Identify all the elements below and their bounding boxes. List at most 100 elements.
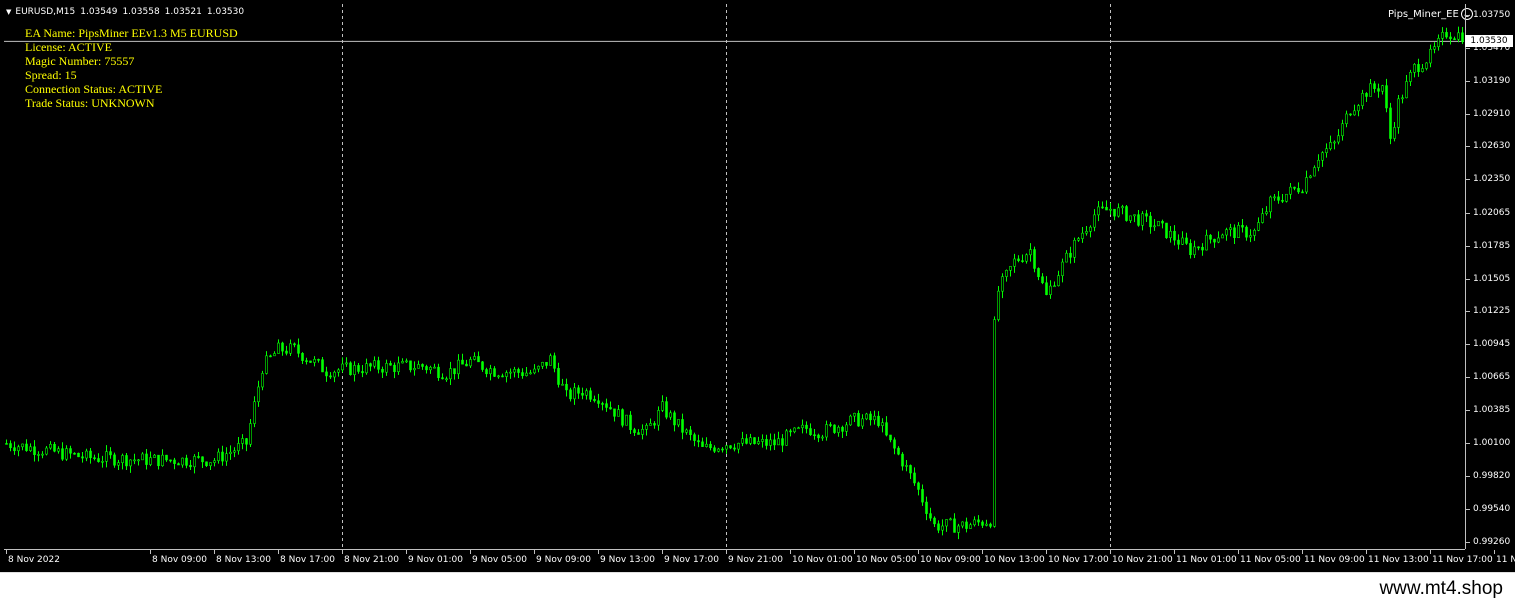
candle-body bbox=[1373, 83, 1376, 89]
candle-body bbox=[421, 364, 424, 367]
candle-body bbox=[209, 462, 212, 467]
candle-body bbox=[769, 439, 772, 446]
price-axis[interactable]: 1.03750 1.03470 1.03190 1.02910 1.02630 1.023… bbox=[1465, 4, 1515, 549]
candle-body bbox=[553, 355, 556, 369]
candle-body bbox=[313, 359, 316, 363]
candle-body bbox=[41, 453, 44, 456]
candle-body bbox=[1341, 123, 1344, 137]
candle-body bbox=[513, 369, 516, 373]
candle-body bbox=[373, 360, 376, 367]
candle-body bbox=[401, 361, 404, 364]
candle-body bbox=[1357, 105, 1360, 112]
time-label: 10 Nov 21:00 bbox=[1112, 555, 1173, 565]
candle-body bbox=[565, 383, 568, 391]
candle-body bbox=[197, 456, 200, 458]
candle-body bbox=[1413, 64, 1416, 73]
time-axis[interactable]: 8 Nov 2022 8 Nov 09:00 8 Nov 13:00 8 Nov 17… bbox=[4, 549, 1515, 573]
candle-body bbox=[729, 445, 732, 449]
chart-window[interactable]: ▼ EURUSD,M15 1.03549 1.03558 1.03521 1.0… bbox=[0, 0, 1515, 572]
candle-body bbox=[1225, 229, 1228, 236]
candle-body bbox=[1457, 32, 1460, 40]
candle-body bbox=[1421, 68, 1424, 72]
candle-body bbox=[1317, 159, 1320, 168]
candle-body bbox=[1441, 32, 1444, 39]
candle-body bbox=[1277, 196, 1280, 201]
candle-body bbox=[437, 366, 440, 378]
candle-body bbox=[697, 440, 700, 443]
time-label: 11 Nov 13:00 bbox=[1368, 555, 1429, 565]
candle-body bbox=[789, 430, 792, 433]
candle-body bbox=[1093, 214, 1096, 228]
candle-body bbox=[377, 360, 380, 370]
candle-body bbox=[1321, 152, 1324, 161]
candle-body bbox=[1177, 239, 1180, 245]
candle-body bbox=[269, 355, 272, 358]
time-tick bbox=[6, 550, 7, 554]
candle-body bbox=[469, 359, 472, 367]
candle-body bbox=[1281, 199, 1284, 202]
candle-body bbox=[1329, 142, 1332, 150]
dropdown-triangle-icon[interactable]: ▼ bbox=[6, 8, 11, 16]
candle-body bbox=[153, 454, 156, 458]
candle-body bbox=[765, 439, 768, 446]
candle-body bbox=[289, 343, 292, 354]
candle-body bbox=[653, 423, 656, 426]
time-label: 9 Nov 05:00 bbox=[472, 555, 527, 565]
candle-body bbox=[177, 463, 180, 466]
candle-body bbox=[1213, 238, 1216, 243]
candle-body bbox=[133, 459, 136, 462]
candle-body bbox=[893, 439, 896, 449]
candle-body bbox=[793, 427, 796, 433]
candle-body bbox=[461, 359, 464, 365]
candle-body bbox=[997, 290, 1000, 320]
candle-body bbox=[485, 369, 488, 375]
time-label: 9 Nov 17:00 bbox=[664, 555, 719, 565]
candle-body bbox=[1181, 237, 1184, 245]
candle-body bbox=[453, 368, 456, 375]
candle-body bbox=[985, 523, 988, 526]
candle-body bbox=[205, 461, 208, 467]
candle-body bbox=[433, 366, 436, 369]
time-tick bbox=[1238, 550, 1239, 554]
candle-body bbox=[753, 437, 756, 444]
candle-body bbox=[921, 489, 924, 503]
time-label: 10 Nov 05:00 bbox=[856, 555, 917, 565]
candle-body bbox=[625, 414, 628, 426]
candle-body bbox=[693, 434, 696, 441]
candle-body bbox=[825, 424, 828, 438]
candle-body bbox=[125, 455, 128, 467]
price-tick bbox=[1466, 509, 1470, 511]
ohlc-low: 1.03521 bbox=[164, 7, 202, 17]
candle-body bbox=[301, 353, 304, 361]
candle-body bbox=[1381, 85, 1384, 92]
expert-advisor-badge[interactable]: Pips_Miner_EE bbox=[1388, 8, 1473, 20]
time-label: 8 Nov 17:00 bbox=[280, 555, 335, 565]
candle-body bbox=[221, 451, 224, 462]
candle-body bbox=[713, 447, 716, 452]
candle-body bbox=[1289, 186, 1292, 195]
candle-body bbox=[689, 429, 692, 435]
candle-body bbox=[1325, 148, 1328, 154]
candle-body bbox=[1057, 275, 1060, 287]
price-tick bbox=[1466, 443, 1470, 445]
spread-line: Spread: 15 bbox=[25, 68, 77, 82]
time-tick bbox=[406, 550, 407, 554]
price-label: 1.00100 bbox=[1473, 438, 1511, 449]
candle-body bbox=[1425, 62, 1428, 69]
candle-body bbox=[981, 521, 984, 526]
candle-body bbox=[989, 523, 992, 527]
ea-badge-label: Pips_Miner_EE bbox=[1388, 8, 1459, 20]
candle-body bbox=[545, 362, 548, 366]
candle-body bbox=[393, 364, 396, 372]
time-tick bbox=[598, 550, 599, 554]
candle-body bbox=[449, 368, 452, 380]
time-tick bbox=[854, 550, 855, 554]
time-tick bbox=[1430, 550, 1431, 554]
candle-body bbox=[541, 362, 544, 367]
candle-body bbox=[737, 442, 740, 450]
price-label: 1.02350 bbox=[1473, 174, 1511, 185]
candle-body bbox=[1429, 48, 1432, 64]
candle-body bbox=[897, 447, 900, 455]
price-tick bbox=[1466, 476, 1470, 478]
price-tick bbox=[1466, 377, 1470, 379]
